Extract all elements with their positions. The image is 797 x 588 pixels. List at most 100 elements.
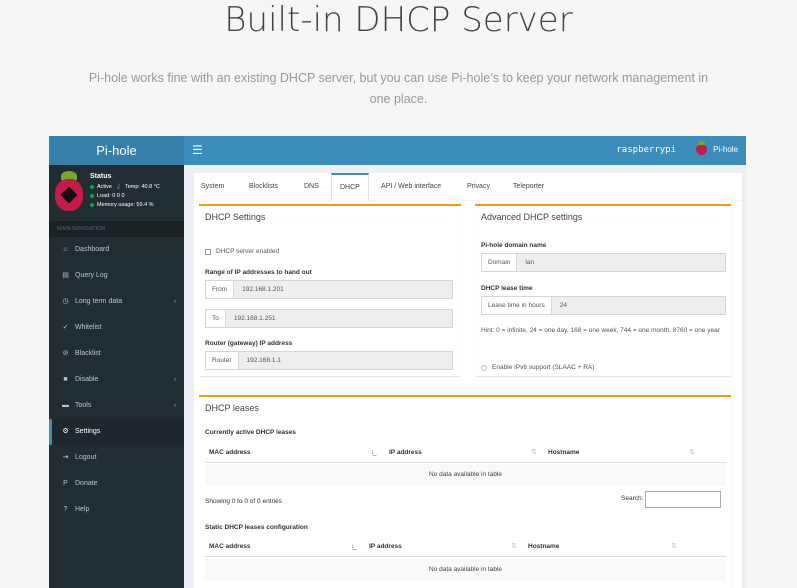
- status-title: Status: [90, 173, 112, 180]
- from-input-group: From 192.168.1.201: [205, 280, 453, 299]
- tab-api-web-interface[interactable]: API / Web interface: [381, 173, 441, 201]
- tab-system[interactable]: System: [201, 173, 224, 201]
- router-input-group: Router 192.168.1.1: [205, 351, 453, 370]
- dhcp-settings-title: DHCP Settings: [205, 212, 266, 222]
- status-load: Load: 0 0 0: [90, 193, 125, 199]
- sort-icon: ⇅: [511, 543, 517, 550]
- status-dot-icon: [90, 194, 94, 198]
- sidebar-item-long-term-data[interactable]: ◷ Long term data ‹: [49, 289, 184, 315]
- clock-icon: ◷: [62, 298, 69, 305]
- col-mac-address[interactable]: MAC address: [209, 537, 251, 557]
- checkbox-icon: [205, 248, 211, 255]
- home-icon: ⌂: [63, 246, 68, 253]
- ipv6-checkbox[interactable]: Enable IPv6 support (SLAAC + RA): [481, 364, 594, 371]
- settings-tabs: System Blocklists DNS DHCP API / Web int…: [194, 173, 742, 201]
- sort-icon: ⇅: [689, 449, 695, 456]
- tab-privacy[interactable]: Privacy: [467, 173, 490, 201]
- tab-blocklists[interactable]: Blocklists: [249, 173, 278, 201]
- lease-time-input[interactable]: 24: [551, 296, 726, 315]
- chevron-icon: ‹: [174, 299, 176, 305]
- status-memory: Memory usage: 59.4 %: [90, 202, 154, 208]
- search-input[interactable]: [645, 491, 721, 508]
- to-addon: To: [205, 309, 226, 328]
- tab-dns[interactable]: DNS: [304, 173, 319, 201]
- empty-table-row: No data available in table: [205, 464, 726, 486]
- top-navbar: ☰ raspberrypi Pi-hole: [184, 136, 746, 165]
- col-ip-address[interactable]: IP address: [369, 537, 402, 557]
- checkbox-icon: [481, 364, 487, 371]
- tab-teleporter[interactable]: Teleporter: [513, 173, 544, 201]
- folder-icon: ▬: [62, 402, 69, 409]
- col-hostname[interactable]: Hostname: [548, 443, 579, 463]
- from-addon: From: [205, 280, 235, 299]
- raspberry-icon: [696, 141, 708, 155]
- question-icon: ?: [63, 506, 68, 513]
- domain-input-group: Domain lan: [481, 253, 726, 272]
- col-mac-address[interactable]: MAC address: [209, 443, 251, 463]
- sidebar-item-settings[interactable]: ⚙ Settings: [49, 419, 184, 445]
- sort-icon: ⇅: [671, 543, 677, 550]
- domain-heading: Pi-hole domain name: [481, 242, 547, 249]
- sidebar-item-tools[interactable]: ▬ Tools ‹: [49, 393, 184, 419]
- sidebar-item-help[interactable]: ? Help: [49, 497, 184, 523]
- sidebar-item-disable[interactable]: ■ Disable ‹: [49, 367, 184, 393]
- tab-dhcp[interactable]: DHCP: [331, 173, 369, 201]
- check-circle-icon: ✓: [62, 324, 69, 331]
- search-label: Search:: [621, 495, 644, 502]
- lease-hint: Hint: 0 = infinite, 24 = one day, 168 = …: [481, 327, 720, 334]
- advanced-dhcp-box: Advanced DHCP settings Pi-hole domain na…: [475, 204, 731, 376]
- sort-icon: ⇅: [531, 449, 537, 456]
- sidebar-item-whitelist[interactable]: ✓ Whitelist: [49, 315, 184, 341]
- domain-input[interactable]: lan: [517, 253, 726, 272]
- file-icon: ▤: [62, 272, 69, 279]
- status-dot-icon: [90, 185, 94, 189]
- range-label: Range of IP addresses to hand out: [205, 269, 312, 276]
- static-leases-header: MAC address ↓̲ IP address ⇅ Hostname ⇅: [205, 537, 726, 557]
- empty-table-row: No data available in table: [205, 559, 726, 581]
- to-input-group: To 192.168.1.251: [205, 309, 453, 328]
- raspberry-logo-icon: [55, 171, 83, 211]
- logout-icon: ⇥: [62, 454, 69, 461]
- user-label: Pi-hole: [713, 145, 738, 154]
- router-addon: Router: [205, 351, 239, 370]
- thermometer-icon: 🌡: [114, 184, 122, 190]
- sidebar-item-donate[interactable]: P Donate: [49, 471, 184, 497]
- sidebar: Status Active 🌡 Temp: 40.8 °C Load: 0 0 …: [49, 165, 184, 588]
- col-ip-address[interactable]: IP address: [389, 443, 422, 463]
- lease-heading: DHCP lease time: [481, 285, 533, 292]
- table-info: Showing 0 to 0 of 0 entries: [205, 498, 282, 505]
- dhcp-enabled-checkbox[interactable]: DHCP server enabled: [205, 248, 279, 255]
- hostname: raspberrypi: [616, 145, 676, 155]
- status-active: Active 🌡 Temp: 40.8 °C: [90, 184, 160, 190]
- sidebar-item-dashboard[interactable]: ⌂ Dashboard: [49, 237, 184, 263]
- dhcp-leases-box: DHCP leases Currently active DHCP leases…: [199, 395, 731, 588]
- dhcp-leases-title: DHCP leases: [205, 403, 259, 413]
- sidebar-item-logout[interactable]: ⇥ Logout: [49, 445, 184, 471]
- sort-asc-icon: ↓̲: [371, 449, 375, 456]
- nav-header: MAIN NAVIGATION: [49, 221, 184, 237]
- stop-icon: ■: [63, 376, 68, 383]
- pihole-logo[interactable]: Pi-hole: [49, 136, 184, 165]
- hero-title: Built-in DHCP Server: [224, 0, 573, 40]
- static-leases-heading: Static DHCP leases configuration: [205, 524, 308, 531]
- menu-toggle-icon[interactable]: ☰: [192, 144, 203, 156]
- from-ip-input[interactable]: 192.168.1.201: [234, 280, 453, 299]
- paypal-icon: P: [63, 480, 68, 487]
- sidebar-item-query-log[interactable]: ▤ Query Log: [49, 263, 184, 289]
- router-ip-input[interactable]: 192.168.1.1: [238, 351, 453, 370]
- active-leases-header: MAC address ↓̲ IP address ⇅ Hostname ⇅: [205, 443, 726, 463]
- sidebar-item-blacklist[interactable]: ⊘ Blacklist: [49, 341, 184, 367]
- status-dot-icon: [90, 203, 94, 207]
- active-leases-heading: Currently active DHCP leases: [205, 429, 296, 436]
- col-hostname[interactable]: Hostname: [528, 537, 559, 557]
- chevron-icon: ‹: [174, 403, 176, 409]
- ban-icon: ⊘: [62, 350, 69, 357]
- advanced-dhcp-title: Advanced DHCP settings: [481, 212, 583, 222]
- to-ip-input[interactable]: 192.168.1.251: [225, 309, 453, 328]
- chevron-icon: ‹: [174, 377, 176, 383]
- settings-content: System Blocklists DNS DHCP API / Web int…: [194, 173, 742, 588]
- user-menu[interactable]: Pi-hole: [696, 141, 738, 155]
- user-panel: Status Active 🌡 Temp: 40.8 °C Load: 0 0 …: [49, 165, 184, 217]
- router-label: Router (gateway) IP address: [205, 340, 293, 347]
- lease-input-group: Lease time in hours 24: [481, 296, 726, 315]
